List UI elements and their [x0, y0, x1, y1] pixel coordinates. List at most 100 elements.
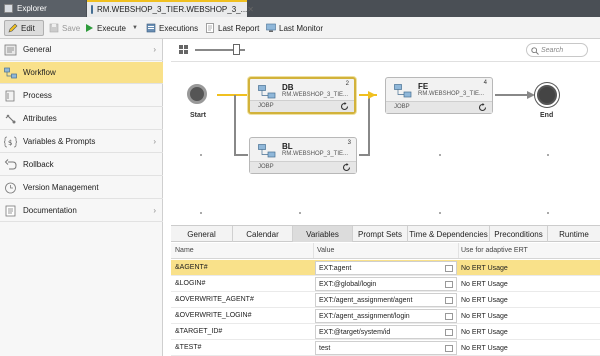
start-label: Start [190, 112, 206, 119]
variable-value-field[interactable]: EXT:/agent_assignment/login [315, 309, 457, 323]
last-monitor-button[interactable]: Last Monitor [263, 20, 326, 36]
workflow-canvas[interactable]: Start End DB 2 RM.WEBSHOP_3_TIE... JOBP … [171, 61, 600, 223]
executions-label: Executions [159, 23, 199, 33]
nav-item-rollback[interactable]: Rollback [0, 154, 163, 176]
zoom-slider-handle[interactable] [233, 44, 240, 55]
ert-usage[interactable]: No ERT Usage [459, 276, 600, 292]
nav-item-general[interactable]: General › [0, 39, 163, 61]
variable-value: test [319, 344, 331, 352]
close-icon[interactable]: ✕ [247, 5, 254, 14]
table-row[interactable]: &LOGIN# EXT:@global/login No ERT Usage [171, 276, 600, 292]
save-button[interactable]: Save [46, 20, 83, 36]
grid-dot [547, 154, 549, 156]
edit-value-icon[interactable] [445, 265, 453, 272]
column-header-value[interactable]: Value [317, 247, 334, 254]
variable-value-field[interactable]: EXT:/agent_assignment/agent [315, 293, 457, 307]
variable-name: &TEST# [175, 344, 202, 351]
play-icon [86, 24, 93, 32]
documentation-icon [5, 205, 16, 216]
process-icon [5, 90, 15, 101]
nav-item-attributes[interactable]: Attributes [0, 108, 163, 130]
execute-dropdown-icon[interactable]: ▼ [129, 20, 141, 36]
variable-name: &AGENT# [175, 264, 208, 271]
column-header-name[interactable]: Name [175, 247, 194, 254]
grid-dot [200, 212, 202, 214]
grid-icon[interactable] [179, 45, 188, 54]
tab-calendar[interactable]: Calendar [233, 226, 293, 242]
workflow-icon [91, 5, 93, 14]
tab-explorer[interactable]: Explorer [0, 0, 86, 17]
nav-item-process[interactable]: Process [0, 85, 163, 107]
tab-time-dependencies[interactable]: Time & Dependencies [408, 226, 490, 242]
left-nav: General › Workflow Process Attributes $ … [0, 39, 163, 356]
edit-value-icon[interactable] [445, 313, 453, 320]
grid-dot [547, 212, 549, 214]
edit-label: Edit [21, 23, 35, 33]
grid-dot [200, 154, 202, 156]
nav-item-version-management[interactable]: Version Management [0, 177, 163, 199]
task-bl[interactable]: BL 3 RM.WEBSHOP_3_TIE... JOBP [249, 137, 357, 174]
variable-name: &OVERWRITE_LOGIN# [175, 312, 252, 319]
table-row[interactable]: &TEST# test No ERT Usage [171, 340, 600, 356]
variable-value: EXT:@global/login [319, 280, 377, 288]
variable-value-field[interactable]: test [315, 341, 457, 355]
search-input[interactable]: Search [526, 43, 588, 57]
svg-text:$: $ [8, 139, 12, 147]
jobp-icon [258, 144, 276, 158]
toolbar: Edit Save Execute ▼ Executions Last Repo… [0, 17, 600, 39]
task-fe[interactable]: FE 4 RM.WEBSHOP_3_TIE... JOBP [385, 77, 493, 114]
table-row[interactable]: &OVERWRITE_AGENT# EXT:/agent_assignment/… [171, 292, 600, 308]
task-db[interactable]: DB 2 RM.WEBSHOP_3_TIE... JOBP [248, 77, 356, 114]
ert-usage[interactable]: No ERT Usage [459, 260, 600, 276]
tab-prompt-sets[interactable]: Prompt Sets [353, 226, 408, 242]
tab-general[interactable]: General [171, 226, 233, 242]
tab-label: Runtime [559, 229, 589, 239]
edit-button[interactable]: Edit [4, 20, 44, 36]
executions-button[interactable]: Executions [143, 20, 201, 36]
last-report-button[interactable]: Last Report [202, 20, 262, 36]
edit-value-icon[interactable] [445, 281, 453, 288]
task-type: JOBP [258, 164, 274, 170]
chevron-right-icon: › [153, 45, 156, 54]
edit-value-icon[interactable] [445, 345, 453, 352]
start-node[interactable] [187, 84, 207, 104]
variable-value-field[interactable]: EXT:@global/login [315, 277, 457, 291]
tab-explorer-label: Explorer [17, 4, 47, 13]
table-row[interactable]: &OVERWRITE_LOGIN# EXT:/agent_assignment/… [171, 308, 600, 324]
nav-label-variables-prompts: Variables & Prompts [23, 137, 96, 146]
variable-value-field[interactable]: EXT:@target/system/id [315, 325, 457, 339]
variable-value: EXT:agent [319, 264, 352, 272]
nav-item-workflow[interactable]: Workflow [0, 62, 163, 84]
tab-runtime[interactable]: Runtime [548, 226, 600, 242]
column-header-use[interactable]: Use for adaptive ERT [461, 247, 528, 254]
tab-preconditions[interactable]: Preconditions [490, 226, 548, 242]
variable-value: EXT:/agent_assignment/login [319, 312, 410, 320]
column-separator [458, 243, 459, 258]
nav-label-documentation: Documentation [23, 206, 77, 215]
task-footer: JOBP [250, 161, 356, 173]
edit-value-icon[interactable] [445, 329, 453, 336]
folder-icon [4, 4, 13, 13]
tab-variables[interactable]: Variables [293, 226, 353, 242]
nav-item-documentation[interactable]: Documentation › [0, 200, 163, 222]
refresh-icon [340, 102, 349, 111]
jobp-icon [394, 84, 412, 98]
end-node[interactable] [537, 85, 557, 105]
table-row[interactable]: &AGENT# EXT:agent No ERT Usage [171, 260, 600, 276]
last-monitor-label: Last Monitor [279, 23, 324, 33]
canvas-toolbar: Search [171, 41, 600, 59]
task-object-name: RM.WEBSHOP_3_TIE... [282, 151, 349, 157]
variable-name: &OVERWRITE_AGENT# [175, 296, 254, 303]
ert-usage[interactable]: No ERT Usage [459, 340, 600, 356]
variable-value-field[interactable]: EXT:agent [315, 261, 457, 275]
table-row[interactable]: &TARGET_ID# EXT:@target/system/id No ERT… [171, 324, 600, 340]
execute-button[interactable]: Execute [81, 20, 129, 36]
tab-workflow-object[interactable]: RM.WEBSHOP_3_TIER.WEBSHOP_3_... ✕ [87, 0, 254, 17]
edit-value-icon[interactable] [445, 297, 453, 304]
ert-usage[interactable]: No ERT Usage [459, 308, 600, 324]
general-icon [4, 44, 17, 55]
ert-usage[interactable]: No ERT Usage [459, 324, 600, 340]
nav-item-variables-prompts[interactable]: $ Variables & Prompts › [0, 131, 163, 153]
tab-label: Time & Dependencies [409, 229, 488, 239]
ert-usage[interactable]: No ERT Usage [459, 292, 600, 308]
